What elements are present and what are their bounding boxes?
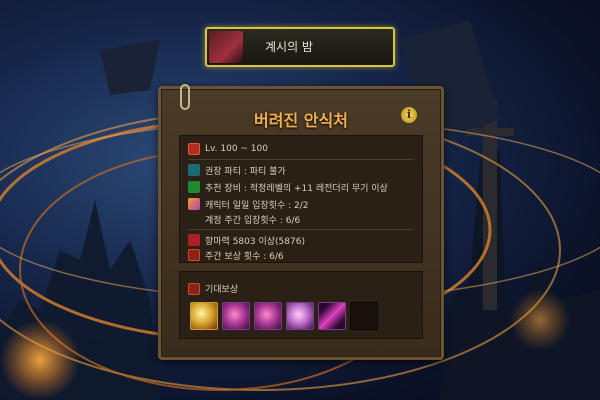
weekly-reward-text: 주간 보상 횟수 : 6/6 [205, 251, 284, 262]
entry-icon [188, 198, 200, 210]
reward-label-row: 기대보상 [188, 282, 238, 295]
reward-item-slot[interactable] [190, 302, 218, 330]
reward-item-slot[interactable] [318, 302, 346, 330]
daily-entry-row: 캐릭터 일일 입장횟수 : 2/2 [188, 197, 308, 211]
power-text: 항마력 5803 이상(5876) [205, 236, 305, 247]
power-icon [188, 234, 200, 246]
chest-icon [188, 282, 200, 295]
weekly-reward-row: 주간 보상 횟수 : 6/6 [188, 248, 284, 262]
reward-item-slot[interactable] [254, 302, 282, 330]
level-row: Lv. 100 ~ 100 [188, 142, 268, 156]
divider [188, 159, 414, 160]
equipment-row: 추천 장비 : 적정레벨의 +11 레전더리 무기 이상 [188, 180, 388, 194]
weekly-entry-row: 계정 주간 입장횟수 : 6/6 [188, 212, 300, 226]
weekly-entry-text: 계정 주간 입장횟수 : 6/6 [205, 215, 301, 226]
equipment-text: 추천 장비 : 적정레벨의 +11 레전더리 무기 이상 [205, 183, 388, 194]
level-icon [188, 143, 200, 155]
power-row: 항마력 5803 이상(5876) [188, 233, 305, 247]
info-icon[interactable]: i [401, 107, 417, 123]
divider [188, 229, 414, 230]
chest-icon [188, 249, 200, 261]
level-text: Lv. 100 ~ 100 [205, 144, 268, 154]
expected-rewards: 기대보상 [179, 271, 423, 339]
dungeon-info-panel: 버려진 안식처 i Lv. 100 ~ 100 권장 파티 : 파티 불가 추천… [158, 86, 444, 360]
party-icon [188, 164, 200, 176]
reward-slots [190, 302, 378, 330]
dungeon-banner[interactable]: 계시의 밤 [205, 27, 395, 67]
panel-title: 버려진 안식처 [254, 111, 348, 130]
reward-item-slot[interactable] [286, 302, 314, 330]
party-row: 권장 파티 : 파티 불가 [188, 163, 286, 177]
weapon-icon [188, 181, 200, 193]
daily-entry-text: 캐릭터 일일 입장횟수 : 2/2 [205, 200, 309, 211]
party-text: 권장 파티 : 파티 불가 [205, 166, 286, 177]
boss-portrait [209, 31, 243, 63]
reward-item-slot[interactable] [222, 302, 250, 330]
empty-slot [350, 302, 378, 330]
reward-label: 기대보상 [205, 285, 239, 295]
dungeon-details: Lv. 100 ~ 100 권장 파티 : 파티 불가 추천 장비 : 적정레벨… [179, 135, 423, 263]
banner-title: 계시의 밤 [265, 40, 313, 54]
paperclip-icon [180, 84, 190, 110]
